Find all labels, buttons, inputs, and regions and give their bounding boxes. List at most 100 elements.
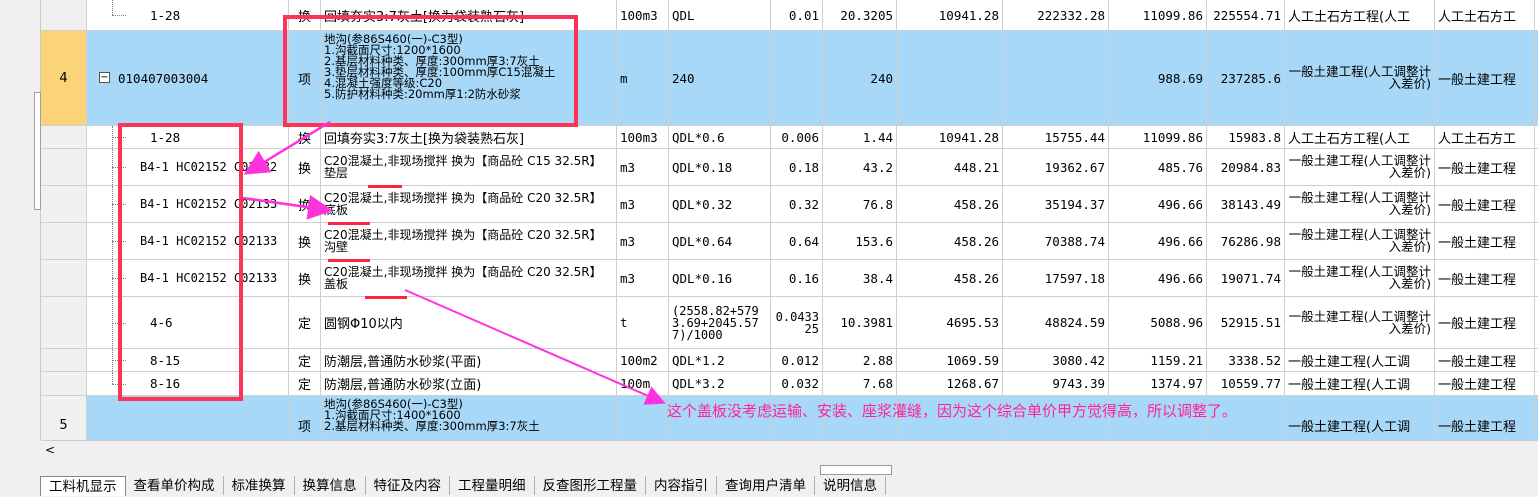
qty-expr-cell: QDL*0.18: [669, 149, 771, 185]
table-row[interactable]: B4-1 HC02152 C02132 换 C20混凝土,非现场搅拌 换为【商品…: [41, 149, 1538, 186]
category-cell: 一般土建工程(人工调: [1285, 372, 1435, 395]
type-cell: 项: [289, 396, 321, 440]
coef-cell: 0.32: [771, 186, 823, 222]
name-cell: C20混凝土,非现场搅拌 换为【商品砼 C20 32.5R】 底板: [321, 186, 617, 222]
unit-cell: m: [617, 31, 669, 125]
coef-cell: 0.01: [771, 0, 823, 30]
adj-total-cell: 3338.52: [1207, 349, 1285, 371]
panel-splitter[interactable]: [820, 465, 892, 475]
qty-expr-cell: QDL*0.32: [669, 186, 771, 222]
unit-cell: m3: [617, 186, 669, 222]
adj-price-cell: 11099.86: [1109, 0, 1207, 30]
tab-notes[interactable]: 说明信息: [815, 476, 886, 495]
category-cell: 人工土石方工程(人工: [1285, 0, 1435, 30]
adj-total-cell: 15983.8: [1207, 126, 1285, 148]
qty-expr-cell: QDL*3.2: [669, 372, 771, 395]
type-cell: 定: [289, 297, 321, 348]
underline-mark: [328, 259, 370, 262]
qty-expr-cell: QDL*0.64: [669, 223, 771, 259]
table-row-selected[interactable]: 4 −010407003004 项 地沟(参86S460(一)-C3型) 1.沟…: [41, 31, 1538, 126]
tab-content-guide[interactable]: 内容指引: [646, 476, 717, 495]
name-cell: 圆钢Φ10以内: [321, 297, 617, 348]
sub-category-cell: 一般土建工程: [1435, 31, 1535, 125]
highlight-box-description: [283, 15, 578, 127]
name-cell: C20混凝土,非现场搅拌 换为【商品砼 C20 32.5R】 沟壁: [321, 223, 617, 259]
price-cell: 10941.28: [897, 0, 1003, 30]
adj-price-cell: 496.66: [1109, 260, 1207, 296]
name-cell: C20混凝土,非现场搅拌 换为【商品砼 C15 32.5R】 垫层: [321, 149, 617, 185]
coef-cell: 0.16: [771, 260, 823, 296]
description-cell: 地沟(参86S460(一)-C3型) 1.沟截面尺寸:1400*1600 2.基…: [321, 396, 617, 440]
row-index: 5: [41, 396, 87, 440]
table-row[interactable]: 1-28 换 回填夯实3:7灰土[换为袋装熟石灰] 100m3 QDL 0.01…: [41, 0, 1538, 31]
adj-price-cell: 496.66: [1109, 223, 1207, 259]
code-cell: [87, 396, 289, 440]
adj-price-cell: 496.66: [1109, 186, 1207, 222]
total-cell: 19362.67: [1003, 149, 1109, 185]
qty-cell: 20.3205: [823, 0, 897, 30]
table-row[interactable]: 8-16 定 防潮层,普通防水砂浆(立面) 100m QDL*3.2 0.032…: [41, 372, 1538, 396]
qty-cell: 43.2: [823, 149, 897, 185]
chevron-left-icon[interactable]: <: [45, 443, 55, 457]
tab-user-list[interactable]: 查询用户清单: [717, 476, 815, 495]
tab-quantity-detail[interactable]: 工程量明细: [450, 476, 535, 495]
tab-graphic-quantity[interactable]: 反查图形工程量: [534, 476, 646, 495]
coef-cell: 0.012: [771, 349, 823, 371]
adj-price-cell: 1374.97: [1109, 372, 1207, 395]
quota-table: 1-28 换 回填夯实3:7灰土[换为袋装熟石灰] 100m3 QDL 0.01…: [41, 0, 1538, 440]
sub-category-cell: 一般土建工程: [1435, 349, 1535, 371]
adj-price-cell: 11099.86: [1109, 126, 1207, 148]
tab-conversion-info[interactable]: 换算信息: [294, 476, 366, 495]
table-row[interactable]: 4-6 定 圆钢Φ10以内 t (2558.82+5793.69+2045.57…: [41, 297, 1538, 349]
row-index: 4: [41, 31, 87, 125]
type-cell: 换: [289, 260, 321, 296]
sub-category-cell: 人工土石方工: [1435, 126, 1535, 148]
qty-expr-cell: QDL*0.6: [669, 126, 771, 148]
sub-category-cell: 一般土建工程: [1435, 297, 1535, 348]
table-row[interactable]: B4-1 HC02152 C02133 换 C20混凝土,非现场搅拌 换为【商品…: [41, 223, 1538, 260]
unit-cell: 100m2: [617, 349, 669, 371]
horizontal-scrollbar[interactable]: <: [41, 440, 1538, 460]
desc-line: 2.基层材料种类、厚度:300mm厚3:7灰土: [324, 419, 540, 433]
total-cell: 17597.18: [1003, 260, 1109, 296]
price-cell: 458.26: [897, 260, 1003, 296]
qty-expr-cell: QDL: [669, 0, 771, 30]
qty-cell: 153.6: [823, 223, 897, 259]
table-row[interactable]: B4-1 HC02152 C02133 换 C20混凝土,非现场搅拌 换为【商品…: [41, 186, 1538, 223]
row-index: [41, 297, 87, 348]
qty-expr-cell: QDL*0.16: [669, 260, 771, 296]
type-cell: 换: [289, 126, 321, 148]
tab-unit-price-composition[interactable]: 查看单价构成: [125, 476, 224, 495]
price-cell: [897, 31, 1003, 125]
category-cell: 一般土建工程(人工调整计入差价): [1285, 186, 1435, 222]
collapse-icon[interactable]: −: [99, 72, 110, 83]
tab-features-content[interactable]: 特征及内容: [365, 476, 450, 495]
qty-expr-cell: 240: [669, 31, 771, 125]
category-cell: 一般土建工程(人工调整计入差价): [1285, 260, 1435, 296]
unit-cell: m3: [617, 149, 669, 185]
tab-labor-material[interactable]: 工料机显示: [40, 476, 126, 496]
price-cell: 10941.28: [897, 126, 1003, 148]
category-cell: 一般土建工程(人工调整计入差价): [1285, 149, 1435, 185]
tab-standard-conversion[interactable]: 标准换算: [223, 476, 295, 495]
qty-cell: 10.3981: [823, 297, 897, 348]
type-cell: 换: [289, 186, 321, 222]
row-index: [41, 372, 87, 395]
category-cell: 一般土建工程(人工调整计入差价): [1285, 297, 1435, 348]
table-row[interactable]: B4-1 HC02152 C02133 换 C20混凝土,非现场搅拌 换为【商品…: [41, 260, 1538, 297]
coef-cell: 0.032: [771, 372, 823, 395]
category-cell: 人工土石方工程(人工: [1285, 126, 1435, 148]
table-row[interactable]: 8-15 定 防潮层,普通防水砂浆(平面) 100m2 QDL*1.2 0.01…: [41, 349, 1538, 372]
splitter-handle[interactable]: [34, 92, 41, 210]
table-row[interactable]: 1-28 换 回填夯实3:7灰土[换为袋装熟石灰] 100m3 QDL*0.6 …: [41, 126, 1538, 149]
name-cell: 回填夯实3:7灰土[换为袋装熟石灰]: [321, 126, 617, 148]
total-cell: 15755.44: [1003, 126, 1109, 148]
name-cell: C20混凝土,非现场搅拌 换为【商品砼 C20 32.5R】 盖板: [321, 260, 617, 296]
underline-mark: [365, 296, 407, 299]
adj-price-cell: 5088.96: [1109, 297, 1207, 348]
name-cell: 防潮层,普通防水砂浆(立面): [321, 372, 617, 395]
unit-cell: 100m: [617, 372, 669, 395]
qty-cell: 2.88: [823, 349, 897, 371]
sub-category-cell: 人工土石方工: [1435, 0, 1535, 30]
qty-cell: 38.4: [823, 260, 897, 296]
